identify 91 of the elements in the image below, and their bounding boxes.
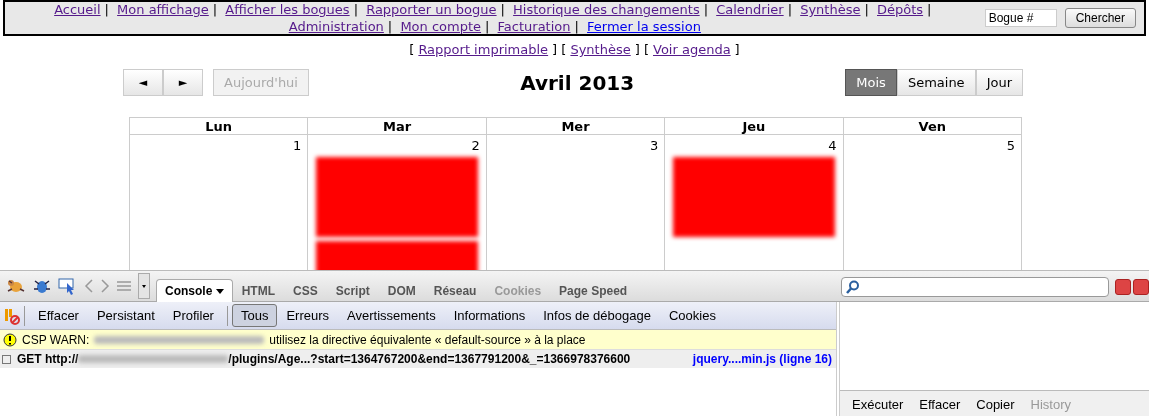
- day-number: 3: [649, 138, 659, 153]
- nav-link[interactable]: Synthèse: [800, 2, 861, 17]
- nav-link[interactable]: Mon affichage: [117, 2, 209, 17]
- bracket: [: [409, 42, 415, 57]
- command-button[interactable]: Exécuter: [852, 396, 904, 412]
- weekday-header: Mer: [486, 117, 665, 135]
- panel-tab[interactable]: DOM: [378, 279, 425, 302]
- filter-button[interactable]: Erreurs: [277, 304, 339, 327]
- warning-label: CSP WARN:: [22, 332, 90, 347]
- console-button[interactable]: Effacer: [29, 304, 88, 327]
- bracket: ]: [734, 42, 740, 57]
- panel-tab[interactable]: HTML: [232, 279, 284, 302]
- prev-button[interactable]: ◄: [123, 69, 163, 96]
- next-button[interactable]: ►: [163, 69, 203, 96]
- panel-tab[interactable]: Page Speed: [550, 279, 637, 302]
- search-field[interactable]: [841, 277, 1109, 297]
- bracket: [: [643, 42, 649, 57]
- day-number: 2: [471, 138, 480, 153]
- search-icon: [846, 280, 860, 294]
- command-button[interactable]: Copier: [976, 396, 1015, 412]
- separator: |: [104, 2, 109, 17]
- nav-link[interactable]: Facturation: [497, 19, 571, 34]
- bracket: ]: [552, 42, 558, 57]
- day-number: 5: [1006, 138, 1015, 153]
- command-button[interactable]: Effacer: [919, 396, 961, 412]
- bug-icon[interactable]: [6, 277, 26, 295]
- forward-icon[interactable]: [100, 278, 110, 294]
- weekday-header: Mar: [307, 117, 487, 135]
- bracket: ]: [634, 42, 640, 57]
- separator: |: [787, 2, 793, 17]
- filter-button[interactable]: Infos de débogage: [534, 304, 660, 327]
- nav-link[interactable]: Mon compte: [400, 19, 482, 34]
- back-icon[interactable]: [84, 278, 94, 294]
- filter-button[interactable]: Cookies: [659, 304, 725, 327]
- nav-link[interactable]: Rapporter un bogue: [366, 2, 497, 17]
- restore-button[interactable]: [1133, 279, 1149, 295]
- search-button[interactable]: Chercher: [1064, 8, 1136, 28]
- panel-tab[interactable]: Script: [326, 279, 379, 302]
- console-button[interactable]: Persistant: [87, 304, 164, 327]
- separator: |: [353, 2, 358, 17]
- separator: |: [864, 2, 869, 17]
- nav-link[interactable]: Historique des changements: [513, 2, 700, 17]
- filter-button[interactable]: Tous: [231, 304, 278, 327]
- sub-link[interactable]: Synthèse: [570, 42, 631, 57]
- month-title: Avril 2013: [520, 70, 635, 95]
- bug-icon[interactable]: [32, 277, 52, 295]
- list-icon[interactable]: [116, 279, 132, 293]
- nav-link[interactable]: Fermer la session: [587, 19, 701, 34]
- weekday-header: Jeu: [664, 117, 844, 135]
- separator: |: [500, 2, 505, 17]
- separator: |: [212, 2, 218, 17]
- weekday-header: Lun: [129, 117, 308, 135]
- event-block[interactable]: [316, 241, 478, 270]
- panel-tab[interactable]: Console: [156, 279, 233, 302]
- filter-button[interactable]: Informations: [444, 304, 535, 327]
- sub-link[interactable]: Voir agenda: [653, 42, 731, 57]
- caret-icon[interactable]: [215, 289, 224, 295]
- panel-tab[interactable]: Réseau: [424, 279, 486, 302]
- minimize-button[interactable]: [1115, 279, 1131, 295]
- view-button[interactable]: Jour: [975, 69, 1023, 96]
- separator: |: [387, 19, 393, 34]
- separator: |: [703, 2, 709, 17]
- nav-link[interactable]: Calendrier: [716, 2, 784, 17]
- separator: |: [927, 2, 932, 17]
- nav-link[interactable]: Accueil: [54, 2, 101, 17]
- nav-link[interactable]: Administration: [288, 19, 384, 34]
- event-block[interactable]: [673, 157, 835, 237]
- dropdown-icon[interactable]: [138, 273, 150, 299]
- clear-console-icon[interactable]: [4, 306, 20, 325]
- bracket: [: [561, 42, 567, 57]
- warning-icon: [3, 332, 17, 347]
- panel-tab[interactable]: CSS: [284, 279, 327, 302]
- day-number: 1: [293, 138, 302, 153]
- event-block[interactable]: [316, 157, 478, 237]
- view-button[interactable]: Mois: [845, 69, 897, 96]
- request-method: GET http://: [17, 352, 79, 366]
- separator: |: [574, 19, 579, 34]
- weekday-header: Ven: [843, 117, 1022, 135]
- sub-link[interactable]: Rapport imprimable: [418, 42, 549, 57]
- console-button[interactable]: Profiler: [163, 304, 223, 327]
- view-button[interactable]: Semaine: [896, 69, 976, 96]
- request-url: /plugins/Age...?start=1364767200&end=1367791200&_=1366978376600: [228, 352, 631, 366]
- warning-message: utilisez la directive équivalente « default-source » à la place: [269, 332, 586, 347]
- source-link[interactable]: jquery....min.js (ligne 16): [692, 352, 836, 366]
- bug-search-field[interactable]: Bogue #: [984, 9, 1057, 27]
- filter-button[interactable]: Avertissements: [338, 304, 445, 327]
- separator: |: [485, 19, 490, 34]
- day-number: 4: [828, 138, 837, 153]
- expand-icon[interactable]: [2, 354, 11, 364]
- nav-link[interactable]: Dépôts: [877, 2, 924, 17]
- nav-link[interactable]: Afficher les bogues: [225, 2, 350, 17]
